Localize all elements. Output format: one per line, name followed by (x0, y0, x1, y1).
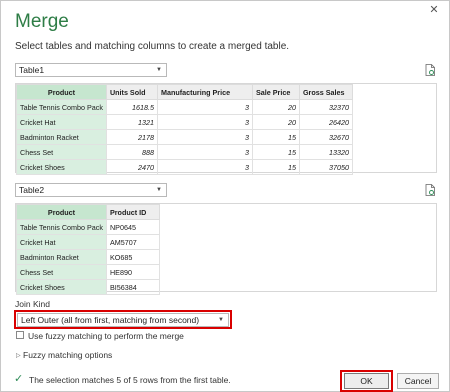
table-cell: Badminton Racket (16, 249, 107, 265)
table2-grid: Product Product ID Table Tennis Combo Pa… (16, 204, 160, 295)
table-cell: Badminton Racket (16, 129, 107, 145)
join-kind-label: Join Kind (15, 299, 50, 309)
table-row: Cricket Shoes BI56384 (16, 279, 160, 295)
table2-select[interactable]: Table2 ▼ (15, 183, 167, 197)
table-cell: Chess Set (16, 144, 107, 160)
table-cell: 15 (251, 159, 300, 175)
table-cell: 888 (105, 144, 158, 160)
table-cell: Cricket Shoes (16, 159, 107, 175)
table-cell: Chess Set (16, 264, 107, 280)
table-cell: 20 (251, 99, 300, 115)
table1-col-product[interactable]: Product (16, 84, 107, 100)
table-cell: 15 (251, 144, 300, 160)
merge-dialog: ✕ Merge Select tables and matching colum… (0, 0, 450, 392)
table2-col-product-id[interactable]: Product ID (105, 204, 160, 220)
table-cell: HE890 (105, 264, 160, 280)
table-cell: Cricket Shoes (16, 279, 107, 295)
chevron-down-icon: ▼ (218, 317, 224, 323)
table-row: Chess Set HE890 (16, 264, 160, 280)
table-cell: 3 (156, 144, 253, 160)
table-cell: 1321 (105, 114, 158, 130)
fuzzy-options-toggle[interactable]: Fuzzy matching options (23, 350, 112, 360)
table-cell: AM5707 (105, 234, 160, 250)
join-kind-value: Left Outer (all from first, matching fro… (21, 315, 200, 325)
table-row: Badminton Racket 2178 3 15 32670 (16, 129, 353, 145)
join-kind-select[interactable]: Left Outer (all from first, matching fro… (17, 313, 229, 327)
table1-col-gross-sales[interactable]: Gross Sales (298, 84, 353, 100)
table-cell: NP0645 (105, 219, 160, 235)
table-cell: 13320 (298, 144, 353, 160)
match-status-text: The selection matches 5 of 5 rows from t… (29, 375, 231, 385)
table1-grid: Product Units Sold Manufacturing Price S… (16, 84, 353, 175)
table-row: Cricket Hat 1321 3 20 26420 (16, 114, 353, 130)
table-cell: KO685 (105, 249, 160, 265)
chevron-down-icon: ▼ (156, 187, 162, 193)
ok-button[interactable]: OK (344, 373, 389, 389)
table1-col-units-sold[interactable]: Units Sold (105, 84, 158, 100)
table-cell: 32670 (298, 129, 353, 145)
table-cell: 2470 (105, 159, 158, 175)
table-row: Cricket Hat AM5707 (16, 234, 160, 250)
table-cell: 20 (251, 114, 300, 130)
table2-header-row: Product Product ID (16, 204, 160, 220)
table-cell: Cricket Hat (16, 234, 107, 250)
close-icon[interactable]: ✕ (427, 3, 441, 17)
table-row: Badminton Racket KO685 (16, 249, 160, 265)
fuzzy-matching-checkbox-label[interactable]: Use fuzzy matching to perform the merge (28, 331, 184, 341)
cancel-button[interactable]: Cancel (397, 373, 439, 389)
fuzzy-matching-checkbox[interactable] (16, 331, 24, 339)
table2-col-product[interactable]: Product (16, 204, 107, 220)
table1-header-row: Product Units Sold Manufacturing Price S… (16, 84, 353, 100)
table-cell: 37050 (298, 159, 353, 175)
file-refresh-icon[interactable] (425, 184, 435, 196)
dialog-subtitle: Select tables and matching columns to cr… (15, 41, 290, 52)
table-cell: 32370 (298, 99, 353, 115)
table1-select-value: Table1 (19, 65, 45, 75)
table1-select[interactable]: Table1 ▼ (15, 63, 167, 77)
table-cell: 26420 (298, 114, 353, 130)
table1-col-sale-price[interactable]: Sale Price (251, 84, 300, 100)
table-cell: Cricket Hat (16, 114, 107, 130)
table2-select-value: Table2 (19, 185, 45, 195)
table-cell: 3 (156, 99, 253, 115)
table-cell: 1618.5 (105, 99, 158, 115)
table-cell: 3 (156, 129, 253, 145)
table-cell: 15 (251, 129, 300, 145)
check-icon: ✓ (14, 373, 24, 385)
table1-col-manufacturing-price[interactable]: Manufacturing Price (156, 84, 253, 100)
table-cell: Table Tennis Combo Pack (16, 219, 107, 235)
table-row: Cricket Shoes 2470 3 15 37050 (16, 159, 353, 175)
table-row: Chess Set 888 3 15 13320 (16, 144, 353, 160)
table-cell: 3 (156, 159, 253, 175)
table-row: Table Tennis Combo Pack NP0645 (16, 219, 160, 235)
chevron-right-icon[interactable]: ▷ (16, 352, 21, 359)
table1-preview: Product Units Sold Manufacturing Price S… (15, 83, 437, 175)
file-refresh-icon[interactable] (425, 64, 435, 76)
table2-preview: Product Product ID Table Tennis Combo Pa… (15, 203, 437, 295)
table-cell: 2178 (105, 129, 158, 145)
chevron-down-icon: ▼ (156, 67, 162, 73)
table-cell: 3 (156, 114, 253, 130)
table-cell: Table Tennis Combo Pack (16, 99, 107, 115)
dialog-title: Merge (15, 11, 69, 32)
table-row: Table Tennis Combo Pack 1618.5 3 20 3237… (16, 99, 353, 115)
table-cell: BI56384 (105, 279, 160, 295)
